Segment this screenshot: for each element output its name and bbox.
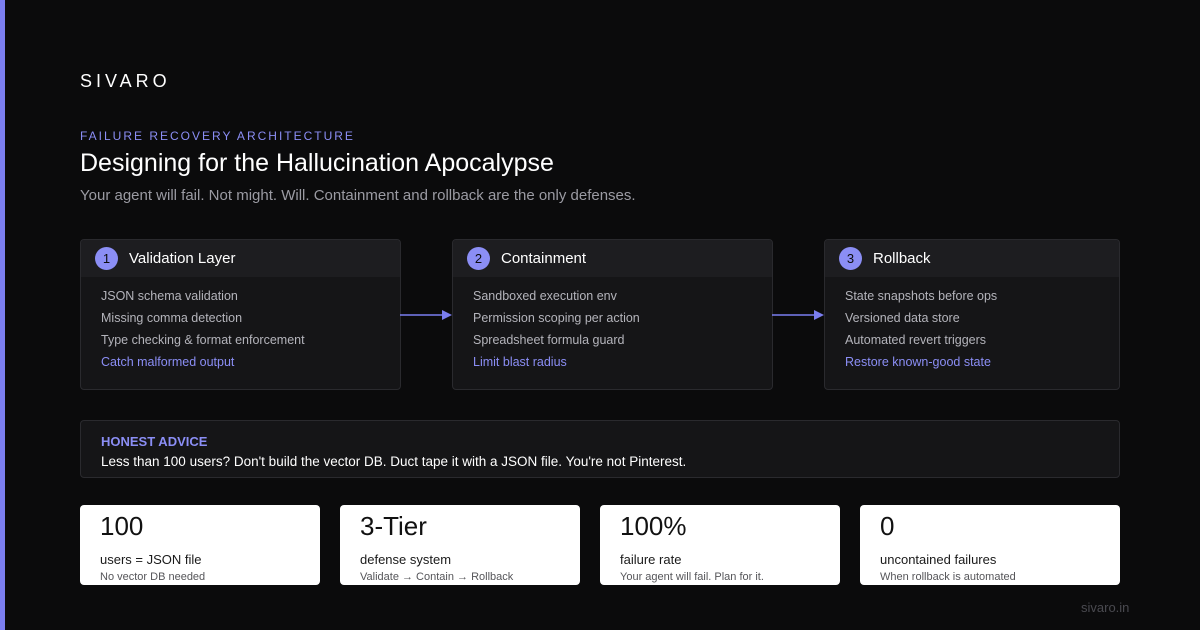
step-header: 3 Rollback bbox=[825, 240, 1119, 277]
stat-value: 100% bbox=[620, 511, 687, 541]
step-title: Containment bbox=[501, 250, 587, 267]
page-subtitle: Your agent will fail. Not might. Will. C… bbox=[80, 187, 636, 204]
left-accent-bar bbox=[0, 0, 5, 630]
step-item-list: State snapshots before ops Versioned dat… bbox=[825, 277, 1119, 377]
advice-callout: HONEST ADVICE Less than 100 users? Don't… bbox=[80, 420, 1120, 478]
arrow-right-icon bbox=[400, 310, 452, 320]
stat-note: Validate → Contain → Rollback bbox=[360, 571, 514, 583]
step-title: Validation Layer bbox=[129, 250, 236, 267]
stat-note: When rollback is automated bbox=[880, 571, 1016, 583]
stat-note: Your agent will fail. Plan for it. bbox=[620, 571, 764, 583]
stat-label: users = JSON file bbox=[100, 552, 202, 567]
step-item: Versioned data store bbox=[845, 311, 960, 325]
brand-logo: SIVARO bbox=[80, 71, 171, 91]
step-number-badge: 1 bbox=[95, 247, 118, 270]
step-item: Permission scoping per action bbox=[473, 311, 640, 325]
stat-label: failure rate bbox=[620, 552, 682, 567]
step-card-rollback: 3 Rollback State snapshots before ops Ve… bbox=[824, 239, 1120, 390]
step-number-badge: 3 bbox=[839, 247, 862, 270]
step-highlight: Limit blast radius bbox=[473, 355, 567, 369]
page-title: Designing for the Hallucination Apocalyp… bbox=[80, 149, 554, 177]
step-item: Sandboxed execution env bbox=[473, 289, 617, 303]
step-number-badge: 2 bbox=[467, 247, 490, 270]
step-header: 2 Containment bbox=[453, 240, 772, 277]
step-item: JSON schema validation bbox=[101, 289, 238, 303]
stat-value: 0 bbox=[880, 511, 895, 541]
stat-note: No vector DB needed bbox=[100, 571, 206, 583]
step-item-list: JSON schema validation Missing comma det… bbox=[81, 277, 400, 377]
stat-value: 3-Tier bbox=[360, 511, 427, 541]
stat-card-uncontained: 0 uncontained failures When rollback is … bbox=[860, 505, 1120, 585]
step-item: Missing comma detection bbox=[101, 311, 243, 325]
step-item: Type checking & format enforcement bbox=[101, 333, 305, 347]
step-card-validation: 1 Validation Layer JSON schema validatio… bbox=[80, 239, 401, 390]
step-header: 1 Validation Layer bbox=[81, 240, 400, 277]
stat-label: defense system bbox=[360, 552, 452, 567]
stat-value: 100 bbox=[100, 511, 144, 541]
footer-url: sivaro.in bbox=[1081, 600, 1130, 615]
stat-card-users: 100 users = JSON file No vector DB neede… bbox=[80, 505, 320, 585]
advice-text: Less than 100 users? Don't build the vec… bbox=[101, 454, 687, 469]
step-card-containment: 2 Containment Sandboxed execution env Pe… bbox=[452, 239, 773, 390]
step-highlight: Catch malformed output bbox=[101, 355, 235, 369]
eyebrow-label: FAILURE RECOVERY ARCHITECTURE bbox=[80, 129, 355, 143]
step-highlight: Restore known-good state bbox=[845, 355, 991, 369]
step-item: State snapshots before ops bbox=[845, 289, 998, 303]
arrow-right-icon bbox=[772, 310, 824, 320]
step-item-list: Sandboxed execution env Permission scopi… bbox=[453, 277, 772, 377]
stat-card-failure-rate: 100% failure rate Your agent will fail. … bbox=[600, 505, 840, 585]
advice-label: HONEST ADVICE bbox=[101, 434, 208, 449]
step-title: Rollback bbox=[873, 250, 931, 267]
stat-label: uncontained failures bbox=[880, 552, 997, 567]
step-item: Automated revert triggers bbox=[845, 333, 987, 347]
stat-card-tiers: 3-Tier defense system Validate → Contain… bbox=[340, 505, 580, 585]
step-item: Spreadsheet formula guard bbox=[473, 333, 625, 347]
